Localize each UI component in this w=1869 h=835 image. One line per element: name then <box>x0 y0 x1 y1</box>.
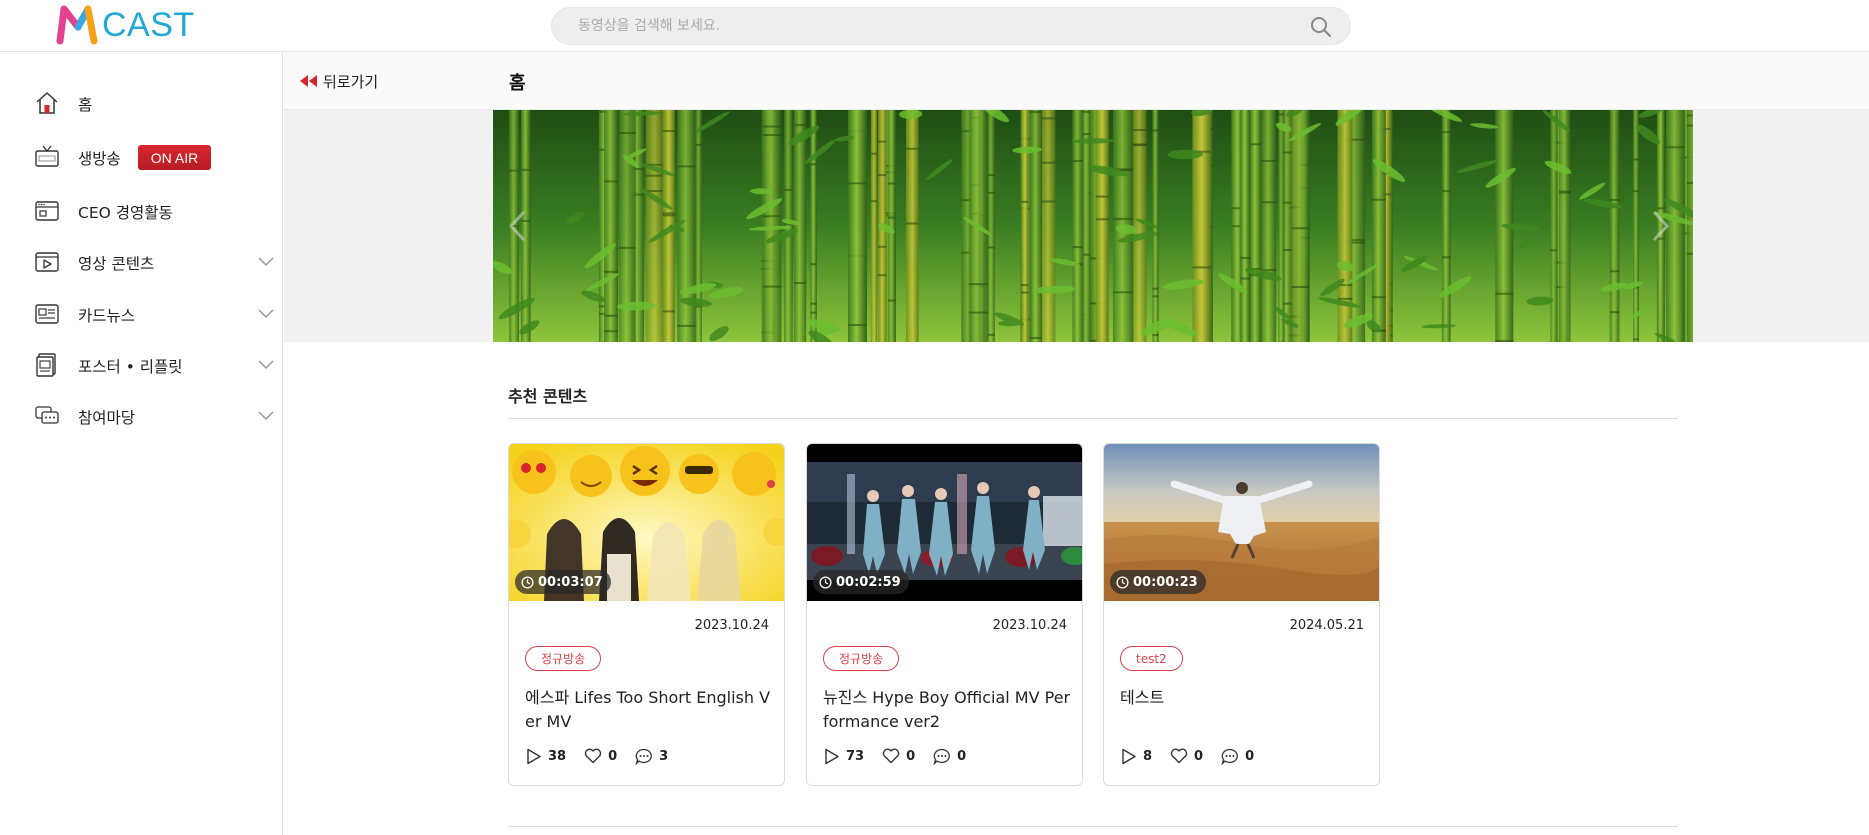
newspaper-icon <box>35 304 59 324</box>
clock-icon <box>819 575 832 589</box>
chevron-down-icon[interactable] <box>258 307 274 319</box>
sidebar-item-label: 홈 <box>78 96 93 114</box>
video-card[interactable]: 00:03:07 2023.10.24 정규방송 에스파 Lifes Too S… <box>508 443 785 786</box>
sidebar-item-label: 포스터 • 리플릿 <box>78 358 183 376</box>
comment-icon <box>933 748 951 765</box>
clock-icon <box>521 575 534 589</box>
duration-badge: 00:00:23 <box>1110 570 1206 594</box>
on-air-badge[interactable]: ON AIR <box>138 145 211 170</box>
sidebar-item-participation[interactable]: 참여마당 <box>0 394 283 438</box>
sidebar-item-label: 참여마당 <box>78 409 136 427</box>
upload-date: 2024.05.21 <box>1289 618 1364 633</box>
comment-count[interactable]: 3 <box>635 748 668 765</box>
sidebar-item-poster[interactable]: 포스터 • 리플릿 <box>0 343 283 387</box>
search-icon[interactable] <box>1310 16 1332 38</box>
page-title: 홈 <box>509 73 526 94</box>
sidebar-item-label: 영상 콘텐츠 <box>78 255 155 273</box>
play-icon <box>825 748 839 764</box>
sidebar-item-label: 카드뉴스 <box>78 307 136 325</box>
chat-icon <box>35 406 59 424</box>
category-tag[interactable]: 정규방송 <box>525 646 602 671</box>
clock-icon <box>1116 575 1129 589</box>
video-thumbnail[interactable]: 00:00:23 <box>1104 444 1379 601</box>
video-card[interactable]: 00:00:23 2024.05.21 test2 테스트 8 0 0 <box>1103 443 1380 786</box>
upload-date: 2023.10.24 <box>694 618 769 633</box>
video-stats: 8 0 0 <box>1120 746 1272 766</box>
section-divider <box>508 826 1678 827</box>
duration-text: 00:03:07 <box>538 574 603 590</box>
like-count[interactable]: 0 <box>1170 748 1203 764</box>
play-icon <box>527 748 541 764</box>
heart-icon <box>882 748 900 764</box>
view-count: 73 <box>823 748 864 765</box>
duration-text: 00:00:23 <box>1133 574 1198 590</box>
video-thumbnail[interactable]: 00:03:07 <box>509 444 784 601</box>
heart-icon <box>1170 748 1188 764</box>
heart-icon <box>584 748 602 764</box>
banner-image[interactable] <box>493 110 1693 342</box>
comment-icon <box>635 748 653 765</box>
tv-icon <box>35 145 59 167</box>
comment-count[interactable]: 0 <box>933 748 966 765</box>
top-header: CAST <box>0 0 1869 52</box>
duration-text: 00:02:59 <box>836 574 901 590</box>
home-icon <box>36 92 58 114</box>
sidebar-item-ceo[interactable]: CEO 경영활동 <box>0 189 283 233</box>
video-card[interactable]: 00:02:59 2023.10.24 정규방송 뉴진스 Hype Boy Of… <box>806 443 1083 786</box>
sidebar-item-label: 생방송 <box>78 150 121 168</box>
chevron-down-icon[interactable] <box>258 409 274 421</box>
m-logo-icon <box>56 5 98 45</box>
sidebar: 홈 생방송 ON AIR CEO 경영활동 영상 콘텐츠 카드뉴스 포스터 • … <box>0 52 283 835</box>
video-icon <box>35 252 59 272</box>
search-input[interactable] <box>578 8 1278 44</box>
like-count[interactable]: 0 <box>584 748 617 764</box>
rewind-icon <box>300 75 317 87</box>
sidebar-item-home[interactable]: 홈 <box>0 81 283 125</box>
comment-icon <box>1221 748 1239 765</box>
video-stats: 38 0 3 <box>525 746 686 766</box>
sidebar-item-video[interactable]: 영상 콘텐츠 <box>0 240 283 284</box>
window-icon <box>35 201 59 221</box>
play-icon <box>1122 748 1136 764</box>
chevron-down-icon[interactable] <box>258 358 274 370</box>
view-count: 8 <box>1120 748 1152 765</box>
banner-carousel <box>284 110 1869 342</box>
chevron-down-icon[interactable] <box>258 255 274 267</box>
video-thumbnail[interactable]: 00:02:59 <box>807 444 1082 601</box>
poster-icon <box>36 353 56 377</box>
sidebar-item-cardnews[interactable]: 카드뉴스 <box>0 292 283 336</box>
main-content: 뒤로가기 홈 추천 콘텐츠 00:03:07 2023.10.24 정규방송 에… <box>284 52 1869 835</box>
video-title[interactable]: 에스파 Lifes Too Short English Ver MV <box>525 686 773 734</box>
category-tag[interactable]: 정규방송 <box>823 646 900 671</box>
section-title: 추천 콘텐츠 <box>508 387 588 406</box>
section-divider <box>508 418 1678 419</box>
comment-count[interactable]: 0 <box>1221 748 1254 765</box>
back-button[interactable]: 뒤로가기 <box>299 70 378 92</box>
sidebar-item-live[interactable]: 생방송 ON AIR <box>0 135 283 179</box>
back-label: 뒤로가기 <box>323 72 379 91</box>
carousel-next-icon[interactable] <box>1646 208 1674 244</box>
logo-text: CAST <box>102 6 195 44</box>
video-stats: 73 0 0 <box>823 746 984 766</box>
sub-header: 뒤로가기 홈 <box>284 52 1869 110</box>
like-count[interactable]: 0 <box>882 748 915 764</box>
mcast-logo[interactable]: CAST <box>56 4 195 46</box>
upload-date: 2023.10.24 <box>992 618 1067 633</box>
view-count: 38 <box>525 748 566 765</box>
search-bar <box>551 7 1351 45</box>
category-tag[interactable]: test2 <box>1120 646 1183 671</box>
video-title[interactable]: 테스트 <box>1120 686 1368 710</box>
duration-badge: 00:03:07 <box>515 570 611 594</box>
sidebar-item-label: CEO 경영활동 <box>78 204 173 222</box>
video-title[interactable]: 뉴진스 Hype Boy Official MV Performance ver… <box>823 686 1071 734</box>
carousel-prev-icon[interactable] <box>504 208 532 244</box>
bamboo-image <box>493 110 1693 342</box>
duration-badge: 00:02:59 <box>813 570 909 594</box>
